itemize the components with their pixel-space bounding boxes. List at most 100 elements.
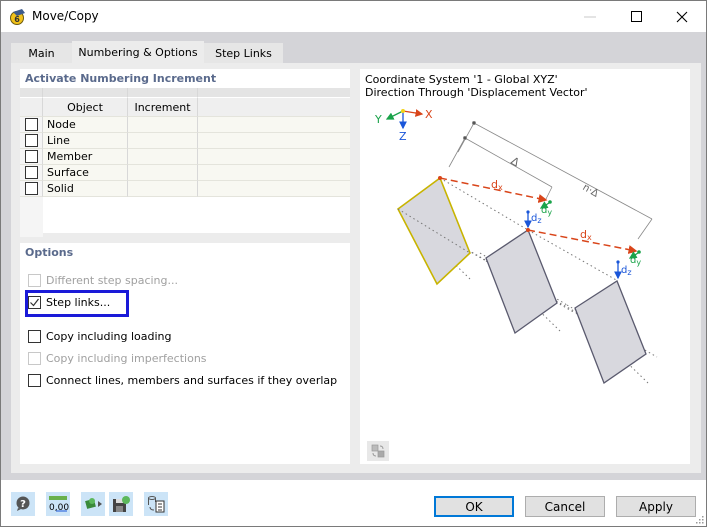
copy-including-imperfections-option[interactable]: Copy including imperfections (28, 350, 207, 366)
table-row: Line (20, 133, 350, 149)
dx-label-2-main: d (580, 228, 587, 241)
object-cell: Member (43, 149, 128, 165)
minimize-icon (584, 16, 596, 17)
column-header-object[interactable]: Object (43, 98, 128, 117)
dy-label-1-sub: y (547, 208, 552, 217)
svg-text:6: 6 (14, 15, 20, 24)
preview-toggle-button[interactable] (367, 441, 389, 461)
blank-cell (198, 133, 350, 149)
minimize-button[interactable] (567, 1, 613, 32)
units-button[interactable]: 0,00 (46, 492, 70, 516)
line-checkbox[interactable] (24, 134, 38, 147)
x-axis (402, 109, 424, 117)
dz-label-1-sub: z (537, 216, 541, 225)
dx-label-2: dx (580, 228, 592, 242)
dialog-footer: ? 0,00 OK Cancel Apply (1, 480, 706, 526)
copy-including-loading-option[interactable]: Copy including loading (28, 328, 172, 344)
increment-cell[interactable] (128, 133, 198, 149)
defaults-icon (148, 496, 165, 513)
object-cell: Surface (43, 165, 128, 181)
options-group: Options Different step spacing... Step l… (20, 243, 350, 464)
dz-label-2-sub: z (627, 268, 631, 277)
highlight-box (25, 290, 129, 317)
z-axis-label: Z (399, 130, 407, 143)
maximize-button[interactable] (613, 1, 659, 32)
n-delta-label: n·Δ (581, 182, 601, 200)
y-axis-label: Y (374, 113, 382, 126)
row-checkbox-cell (20, 133, 43, 149)
row-checkbox-cell (20, 117, 43, 133)
increment-cell[interactable] (128, 165, 198, 181)
increment-cell[interactable] (128, 181, 198, 197)
dimension-lines (448, 120, 653, 240)
increment-cell[interactable] (128, 149, 198, 165)
blank-cell (198, 181, 350, 197)
dx-label-2-sub: x (587, 233, 592, 242)
member-checkbox[interactable] (24, 150, 38, 163)
connect-overlap-label: Connect lines, members and surfaces if t… (46, 373, 338, 387)
header-corner (20, 98, 43, 117)
svg-text:?: ? (20, 499, 26, 510)
x-axis-label: X (425, 108, 433, 121)
object-cell: Node (43, 117, 128, 133)
dx-label-1-main: d (491, 178, 498, 191)
save-settings-button[interactable] (109, 492, 133, 516)
surface-checkbox[interactable] (24, 166, 38, 179)
original-surface (396, 176, 471, 286)
tab-numbering-options[interactable]: Numbering & Options (72, 41, 204, 63)
step-links-option[interactable]: Step links... (25, 290, 129, 317)
ok-label: OK (465, 499, 483, 514)
close-button[interactable] (659, 1, 705, 32)
column-header-increment[interactable]: Increment (128, 98, 198, 117)
tab-numbering-options-label: Numbering & Options (78, 45, 198, 59)
row-checkbox-cell (20, 149, 43, 165)
connect-overlap-option[interactable]: Connect lines, members and surfaces if t… (28, 372, 337, 388)
header-band-cell (43, 88, 128, 98)
ok-button[interactable]: OK (434, 496, 514, 517)
copy-including-imperfections-checkbox[interactable] (28, 351, 41, 365)
tab-main[interactable]: Main (11, 43, 72, 63)
tab-step-links[interactable]: Step Links (204, 43, 283, 63)
window-title: Move/Copy (32, 9, 99, 23)
column-header-blank (198, 98, 350, 117)
header-band-cell (20, 88, 43, 98)
options-title: Options (25, 246, 74, 259)
direction-text: Direction Through 'Displacement Vector' (365, 86, 588, 99)
header-band-cell (198, 88, 350, 98)
displacement-diagram: X Y Z Δ n·Δ dx dx dy dy dz dz (374, 108, 658, 385)
import-icon (85, 498, 102, 509)
defaults-button[interactable] (144, 492, 168, 516)
copy-including-loading-checkbox[interactable] (28, 329, 41, 343)
dz-label-1: dz (531, 213, 542, 225)
apply-button[interactable]: Apply (616, 496, 696, 517)
preview-caption: Coordinate System '1 - Global XYZ' Direc… (365, 73, 588, 99)
different-step-spacing-checkbox[interactable] (28, 273, 41, 287)
dx-label-1: dx (491, 178, 503, 192)
table-row: Node (20, 117, 350, 133)
blank-cell (198, 165, 350, 181)
app-icon: 6 (10, 9, 25, 25)
header-band-cell (128, 88, 198, 98)
resize-grip-icon[interactable] (696, 516, 704, 524)
different-step-spacing-option[interactable]: Different step spacing... (28, 272, 178, 288)
y-axis (385, 110, 404, 120)
import-button[interactable] (81, 492, 105, 516)
view-switch-icon (371, 444, 385, 458)
copy-surface-2 (574, 280, 647, 385)
object-cell: Solid (43, 181, 128, 197)
numbering-increment-group: Activate Numbering Increment Object Incr… (20, 69, 350, 237)
cancel-button[interactable]: Cancel (525, 496, 605, 517)
dy-label-2-sub: y (636, 258, 641, 267)
dy-label-2: dy (630, 255, 641, 267)
help-button[interactable]: ? (11, 492, 35, 516)
table-row: Member (20, 149, 350, 165)
maximize-icon (630, 11, 642, 22)
increment-cell[interactable] (128, 117, 198, 133)
help-icon: ? (16, 496, 30, 511)
solid-checkbox[interactable] (24, 182, 38, 195)
node-checkbox[interactable] (24, 118, 38, 131)
connect-overlap-checkbox[interactable] (28, 373, 41, 387)
row-checkbox-cell (20, 181, 43, 197)
copy-including-loading-label: Copy including loading (46, 329, 172, 343)
tab-step-links-label: Step Links (215, 46, 272, 60)
